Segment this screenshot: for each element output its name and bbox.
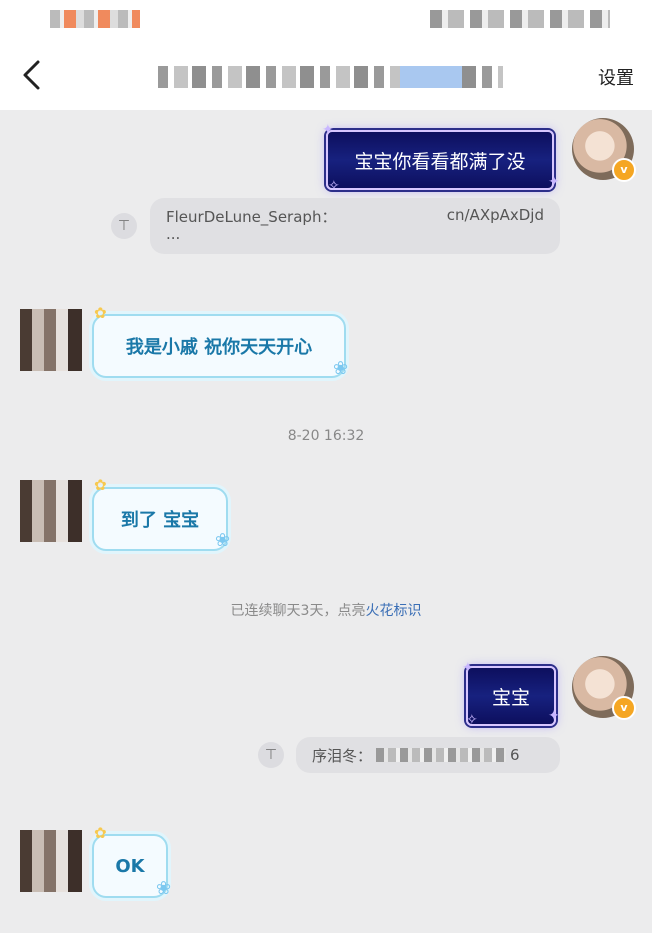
quote-link: cn/AXpAxDjd: [446, 206, 544, 224]
quoted-message[interactable]: FleurDeLune_Seraph： cn/AXpAxDjd ...: [150, 198, 560, 254]
quote-name: 序泪冬：: [312, 746, 373, 765]
quote-line: FleurDeLune_Seraph： cn/AXpAxDjd: [166, 206, 544, 227]
sparkle-icon: ✦: [548, 708, 560, 724]
spark-badge-link[interactable]: 火花标识: [365, 603, 421, 619]
message-bubble-other[interactable]: 我是小戚 祝你天天开心: [92, 314, 346, 378]
message-bubble-me[interactable]: 宝宝: [466, 666, 556, 726]
quoted-message[interactable]: 序泪冬： 6: [296, 737, 560, 773]
sparkle-icon: ✧: [466, 712, 478, 728]
sparkle-icon: ✧: [328, 178, 340, 194]
quote-tail: 6: [510, 746, 520, 764]
flower-icon: ✿: [94, 304, 107, 322]
notice-text: 已连续聊天3天，点亮: [230, 603, 366, 619]
avatar-other[interactable]: [20, 830, 82, 892]
avatar-other[interactable]: [20, 309, 82, 371]
verified-badge-icon: v: [612, 696, 636, 720]
shell-icon: ❀: [156, 878, 172, 899]
message-text: 到了 宝宝: [120, 510, 200, 531]
message-bubble-me[interactable]: 宝宝你看看都满了没: [326, 130, 554, 190]
message-text: 宝宝: [491, 686, 530, 709]
status-bar: [0, 0, 652, 40]
shell-icon: ❀: [333, 358, 349, 379]
message-text: OK: [115, 855, 145, 877]
settings-button[interactable]: 设置: [598, 64, 634, 90]
avatar-other[interactable]: [20, 480, 82, 542]
message-timestamp: 8-20 16:32: [287, 428, 365, 444]
sparkle-icon: ✦: [462, 660, 474, 676]
spark-streak-notice: 已连续聊天3天，点亮火花标识: [0, 600, 652, 620]
quote-more: ...: [166, 225, 181, 243]
back-button[interactable]: [18, 58, 48, 92]
sparkle-icon: ✦: [322, 122, 334, 138]
shell-icon: ❀: [215, 530, 231, 551]
quote-blurred: [376, 748, 507, 762]
chat-header: 设置: [0, 40, 652, 110]
status-blur-left: [50, 10, 140, 28]
message-bubble-other[interactable]: 到了 宝宝: [92, 487, 228, 551]
chat-title-blurred: [158, 66, 503, 88]
quote-top-icon: ⊤: [111, 213, 137, 239]
status-blur-right: [430, 10, 610, 28]
flower-icon: ✿: [94, 824, 107, 842]
sparkle-icon: ✦: [548, 174, 560, 190]
message-text: 宝宝你看看都满了没: [354, 150, 526, 173]
flower-icon: ✿: [94, 476, 107, 494]
quote-top-icon: ⊤: [258, 742, 284, 768]
verified-badge-icon: v: [612, 158, 636, 182]
quote-name: FleurDeLune_Seraph：: [166, 208, 337, 226]
chevron-left-icon: [23, 60, 40, 90]
message-text: 我是小戚 祝你天天开心: [125, 337, 313, 358]
